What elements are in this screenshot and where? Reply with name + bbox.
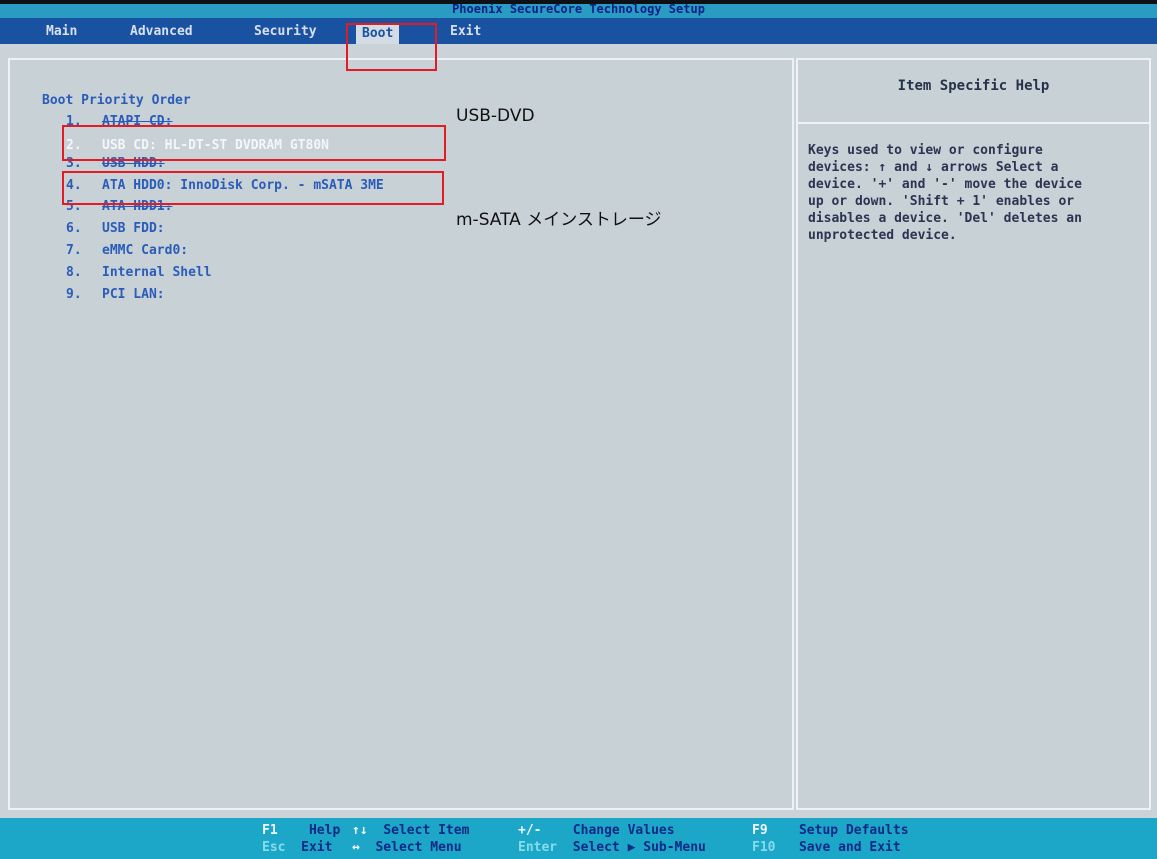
legend-f1: F1 Help [262, 823, 341, 838]
legend-f10: F10 Save and Exit [752, 840, 901, 855]
boot-item-label: USB FDD: [102, 221, 165, 236]
ata-hdd0-highlight-box [62, 171, 444, 205]
boot-item-usb-fdd[interactable]: 6. USB FDD: [66, 220, 165, 237]
legend-esc: Esc Exit [262, 840, 333, 855]
legend-enter: Enter Select ▶ Sub-Menu [518, 840, 706, 855]
boot-item-internal-shell[interactable]: 8. Internal Shell [66, 264, 212, 281]
key-legend-bar: F1 Help ↑↓ Select Item +/- Change Values… [0, 818, 1157, 859]
menu-exit[interactable]: Exit [444, 22, 487, 42]
title-bar: Phoenix SecureCore Technology Setup [0, 0, 1157, 18]
menu-security[interactable]: Security [248, 22, 323, 42]
legend-select-item: ↑↓ Select Item [352, 823, 470, 838]
boot-item-emmc[interactable]: 7. eMMC Card0: [66, 242, 188, 259]
boot-item-number: 8. [66, 265, 82, 280]
usb-dvd-annotation: USB-DVD [456, 106, 535, 126]
boot-item-label: PCI LAN: [102, 287, 165, 302]
bios-screen: Phoenix SecureCore Technology Setup Main… [0, 0, 1157, 859]
boot-tab-highlight-box [346, 23, 437, 71]
help-header: Item Specific Help [798, 60, 1149, 124]
boot-item-label: eMMC Card0: [102, 243, 189, 258]
menu-advanced[interactable]: Advanced [124, 22, 199, 42]
boot-item-pci-lan[interactable]: 9. PCI LAN: [66, 286, 165, 303]
boot-item-label: Internal Shell [102, 265, 212, 280]
boot-item-number: 7. [66, 243, 82, 258]
boot-item-number: 6. [66, 221, 82, 236]
menu-main[interactable]: Main [40, 22, 83, 42]
boot-priority-title: Boot Priority Order [42, 93, 191, 108]
help-panel: Item Specific Help Keys used to view or … [796, 58, 1151, 810]
legend-change-values: +/- Change Values [518, 823, 675, 838]
menu-bar: Main Advanced Security Boot Exit [0, 18, 1157, 44]
boot-item-number: 9. [66, 287, 82, 302]
legend-setup-defaults: F9 Setup Defaults [752, 823, 909, 838]
msata-annotation: m-SATA メインストレージ [456, 210, 662, 230]
help-text: Keys used to view or configure devices: … [808, 143, 1082, 243]
setup-title: Phoenix SecureCore Technology Setup [452, 2, 705, 16]
legend-select-menu: ↔ Select Menu [352, 840, 462, 855]
help-title: Item Specific Help [897, 78, 1050, 94]
usb-cd-highlight-box [62, 125, 446, 161]
